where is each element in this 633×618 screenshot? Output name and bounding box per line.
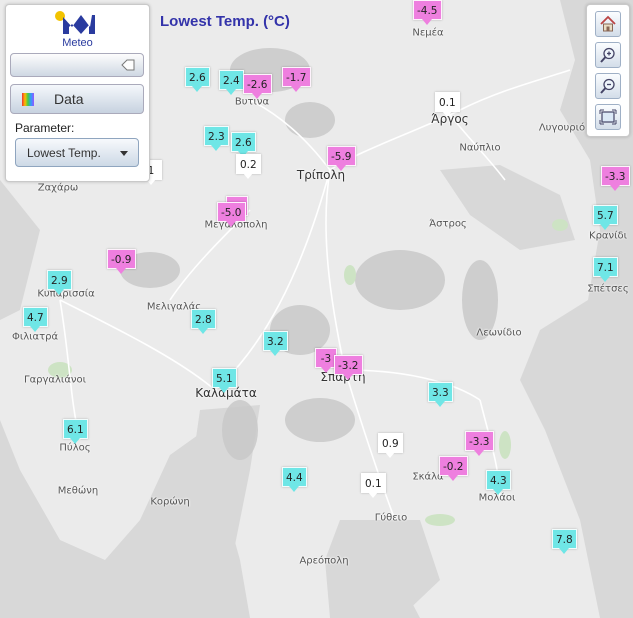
station-marker[interactable]: -3.3 [601, 166, 630, 191]
color-palette-icon [22, 93, 34, 106]
full-extent-button[interactable] [595, 104, 621, 130]
station-marker[interactable]: 2.9 [47, 270, 72, 295]
parameter-label: Parameter: [15, 121, 75, 135]
station-marker[interactable]: -0.2 [439, 456, 468, 481]
station-marker[interactable]: -5.0 [217, 202, 246, 227]
map-toolbar [586, 4, 630, 137]
station-marker[interactable]: -5.9 [327, 146, 356, 171]
parameter-select[interactable]: Lowest Temp. [15, 138, 139, 167]
station-marker[interactable]: -3.2 [334, 355, 363, 380]
chevron-down-icon [120, 151, 128, 156]
data-button[interactable]: Data [10, 84, 144, 114]
town-label: Γαργαλιάνοι [23, 374, 87, 386]
logo-text: Meteo [62, 37, 93, 49]
station-marker[interactable]: -4.5 [413, 0, 442, 25]
town-label: Λυγουριό [538, 122, 586, 134]
town-label: Αρεόπολη [299, 555, 349, 567]
station-marker[interactable]: 7.8 [552, 529, 577, 554]
station-marker[interactable]: 5.1 [212, 368, 237, 393]
town-label: Φιλιατρά [11, 331, 59, 343]
slider-handle-icon[interactable] [121, 58, 135, 72]
map-title: Lowest Temp. (°C) [160, 13, 290, 30]
station-marker[interactable]: 3.2 [263, 331, 288, 356]
town-label: Κρανίδι [589, 230, 627, 242]
station-marker[interactable]: 0.9 [378, 433, 403, 458]
zoom-in-button[interactable] [595, 42, 621, 68]
zoom-in-icon [600, 47, 615, 63]
station-marker[interactable]: -0.9 [107, 249, 136, 274]
station-marker[interactable]: -1.7 [282, 67, 311, 92]
station-marker[interactable]: -3.3 [465, 431, 494, 456]
station-marker[interactable]: 4.4 [282, 467, 307, 492]
station-marker[interactable]: 2.4 [219, 70, 244, 95]
station-marker[interactable]: 2.3 [204, 126, 229, 151]
town-label: Άστρος [429, 218, 467, 230]
town-label: Σπέτσες [587, 283, 629, 295]
zoom-out-button[interactable] [595, 73, 621, 99]
station-marker[interactable]: 5.7 [593, 205, 618, 230]
station-marker[interactable]: -2.6 [243, 74, 272, 99]
town-label: Λεωνίδιο [476, 327, 522, 339]
home-button[interactable] [595, 11, 621, 37]
control-panel: Meteo Data Parameter: Lowest Temp. [5, 4, 150, 182]
meteo-logo: Meteo [6, 7, 149, 51]
data-button-label: Data [54, 91, 84, 107]
station-marker[interactable]: 7.1 [593, 257, 618, 282]
town-label: Πύλος [59, 442, 91, 454]
town-label: Ναύπλιο [459, 142, 501, 154]
station-marker[interactable]: 4.7 [23, 307, 48, 332]
town-label: Γύθειο [374, 512, 408, 524]
home-icon [600, 15, 616, 32]
station-marker[interactable]: 2.8 [191, 309, 216, 334]
town-label: Μεθώνη [57, 485, 99, 497]
town-label: Κορώνη [150, 496, 190, 508]
time-slider[interactable] [10, 53, 144, 77]
station-marker[interactable]: 0.2 [236, 154, 261, 179]
parameter-select-value: Lowest Temp. [27, 146, 101, 160]
station-marker[interactable]: 4.3 [486, 470, 511, 495]
meteo-logo-icon [55, 11, 95, 34]
station-marker[interactable]: 0.1 [361, 473, 386, 498]
station-marker[interactable]: 2.6 [231, 132, 256, 157]
station-marker[interactable]: 3.3 [428, 382, 453, 407]
zoom-out-icon [600, 78, 615, 94]
town-label: Νεμέα [412, 27, 444, 39]
station-marker[interactable]: 0.1 [435, 92, 460, 117]
full-extent-icon [599, 109, 617, 125]
station-marker[interactable]: 2.6 [185, 67, 210, 92]
station-marker[interactable]: 6.1 [63, 419, 88, 444]
town-label: Ζαχάρω [37, 182, 79, 194]
